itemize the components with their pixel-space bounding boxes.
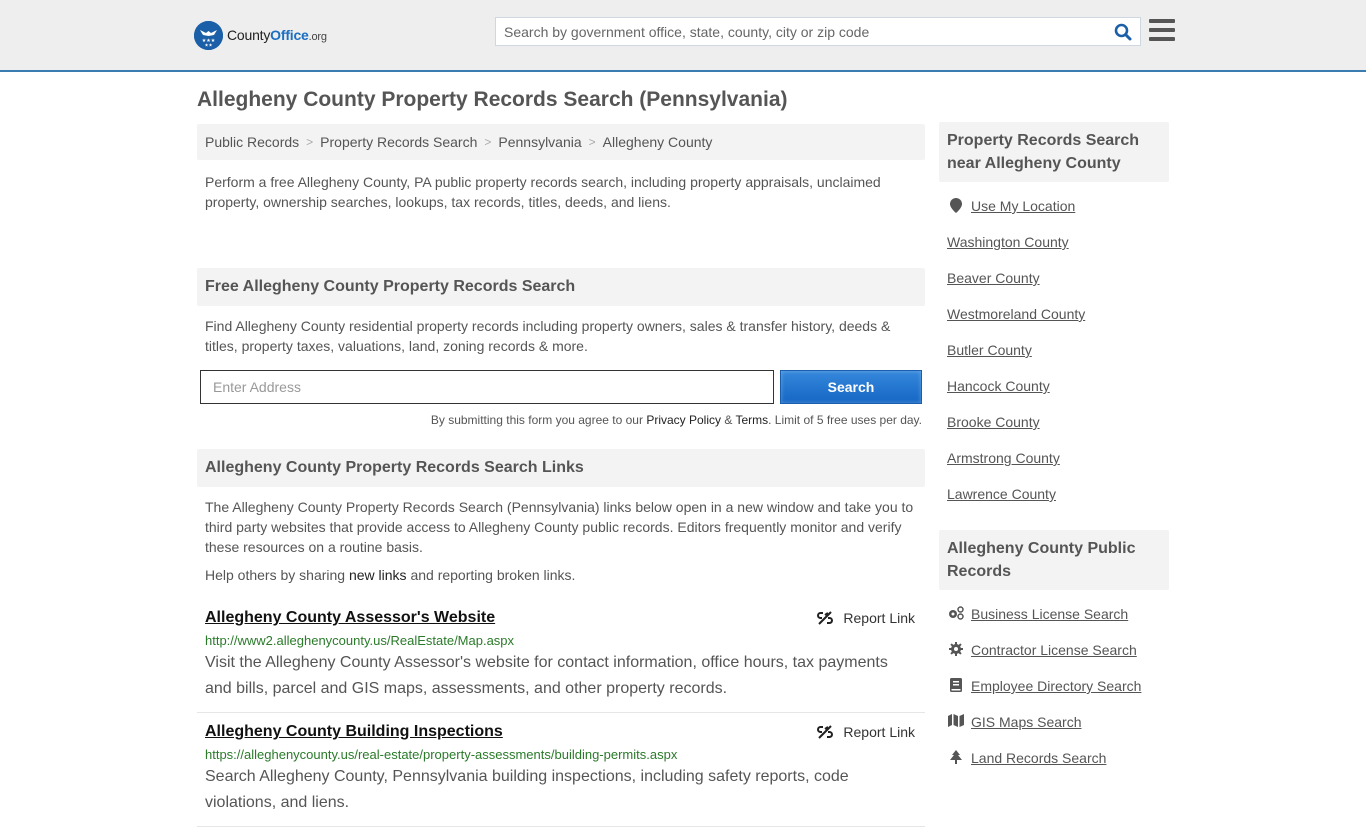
report-link-label: Report Link bbox=[843, 724, 915, 740]
search-icon bbox=[1114, 23, 1132, 40]
address-search-form: Search bbox=[200, 370, 925, 404]
map-marker-icon bbox=[947, 198, 965, 213]
nearby-county-link[interactable]: Lawrence County bbox=[947, 486, 1056, 502]
nearby-county-item: Brooke County bbox=[947, 414, 1161, 450]
public-records-list: Business License Search Contractor Licen… bbox=[939, 590, 1169, 786]
nearby-county-link[interactable]: Hancock County bbox=[947, 378, 1050, 394]
eagle-logo-icon: ★★★ ★★ bbox=[194, 20, 223, 50]
public-record-item: Land Records Search bbox=[947, 750, 1161, 786]
form-disclaimer: By submitting this form you agree to our… bbox=[197, 413, 925, 449]
links-section-description: The Allegheny County Property Records Se… bbox=[205, 499, 914, 555]
intro-text: Perform a free Allegheny County, PA publ… bbox=[205, 174, 881, 210]
public-record-link[interactable]: GIS Maps Search bbox=[971, 714, 1082, 730]
disclaimer-amp: & bbox=[721, 413, 736, 427]
site-header: ★★★ ★★ CountyOffice.org bbox=[0, 0, 1366, 72]
nearby-county-list: Use My Location Washington County Beaver… bbox=[939, 182, 1169, 522]
help-prefix: Help others by sharing bbox=[205, 567, 349, 583]
free-search-description: Find Allegheny County residential proper… bbox=[205, 318, 891, 354]
resource-link-item: Allegheny County Assessor's Website Repo… bbox=[197, 599, 925, 713]
report-link-label: Report Link bbox=[843, 610, 915, 626]
nearby-county-item: Lawrence County bbox=[947, 486, 1161, 522]
broken-link-icon bbox=[817, 725, 834, 739]
nearby-county-item: Beaver County bbox=[947, 270, 1161, 306]
site-search-input[interactable] bbox=[496, 18, 1106, 45]
nearby-county-item: Westmoreland County bbox=[947, 306, 1161, 342]
nearby-county-link[interactable]: Brooke County bbox=[947, 414, 1040, 430]
resource-link-title[interactable]: Allegheny County Assessor's Website bbox=[205, 609, 495, 626]
resource-link-description: Search Allegheny County, Pennsylvania bu… bbox=[205, 768, 849, 811]
terms-link[interactable]: Terms bbox=[735, 413, 768, 427]
breadcrumb-property-records-search[interactable]: Property Records Search bbox=[320, 134, 477, 150]
breadcrumb-separator: > bbox=[588, 135, 596, 149]
new-links-link[interactable]: new links bbox=[349, 567, 407, 583]
nearby-county-link[interactable]: Armstrong County bbox=[947, 450, 1060, 466]
nearby-county-item: Washington County bbox=[947, 234, 1161, 270]
svg-text:★★: ★★ bbox=[204, 42, 212, 48]
public-record-link[interactable]: Business License Search bbox=[971, 606, 1128, 622]
public-record-link[interactable]: Land Records Search bbox=[971, 750, 1106, 766]
nearby-county-link[interactable]: Westmoreland County bbox=[947, 306, 1085, 322]
hamburger-menu-icon-bar bbox=[1149, 19, 1175, 23]
cogs-icon bbox=[947, 606, 965, 620]
broken-link-icon bbox=[817, 611, 834, 625]
report-link-button[interactable]: Report Link bbox=[817, 724, 915, 740]
report-link-button[interactable]: Report Link bbox=[817, 610, 915, 626]
public-record-item: Contractor License Search bbox=[947, 642, 1161, 678]
sidebar: Property Records Search near Allegheny C… bbox=[939, 122, 1169, 786]
use-my-location-link[interactable]: Use My Location bbox=[971, 198, 1075, 214]
address-input[interactable] bbox=[200, 370, 774, 404]
help-suffix: and reporting broken links. bbox=[406, 567, 576, 583]
public-records-heading: Allegheny County Public Records bbox=[939, 530, 1169, 590]
resource-link-url: https://alleghenycounty.us/real-estate/p… bbox=[205, 747, 678, 762]
public-record-item: Employee Directory Search bbox=[947, 678, 1161, 714]
breadcrumb-separator: > bbox=[484, 135, 492, 149]
resource-link-item: Allegheny County Building Inspections Re… bbox=[197, 713, 925, 827]
search-button[interactable] bbox=[1106, 18, 1140, 45]
resource-link-title[interactable]: Allegheny County Building Inspections bbox=[205, 723, 503, 740]
public-record-item: Business License Search bbox=[947, 606, 1161, 642]
nearby-county-item: Armstrong County bbox=[947, 450, 1161, 486]
free-search-heading: Free Allegheny County Property Records S… bbox=[197, 268, 925, 306]
tree-icon bbox=[947, 750, 965, 764]
use-my-location-item: Use My Location bbox=[947, 198, 1161, 234]
links-section-heading: Allegheny County Property Records Search… bbox=[197, 449, 925, 487]
public-record-link[interactable]: Contractor License Search bbox=[971, 642, 1137, 658]
privacy-policy-link[interactable]: Privacy Policy bbox=[646, 413, 721, 427]
page-title: Allegheny County Property Records Search… bbox=[197, 88, 788, 111]
disclaimer-prefix: By submitting this form you agree to our bbox=[430, 413, 647, 427]
public-record-item: GIS Maps Search bbox=[947, 714, 1161, 750]
disclaimer-suffix: . Limit of 5 free uses per day. bbox=[768, 413, 922, 427]
book-icon bbox=[947, 678, 965, 692]
hamburger-menu-icon-bar bbox=[1149, 28, 1175, 32]
nearby-county-link[interactable]: Washington County bbox=[947, 234, 1069, 250]
resource-link-description: Visit the Allegheny County Assessor's we… bbox=[205, 654, 888, 697]
breadcrumb-public-records[interactable]: Public Records bbox=[205, 134, 299, 150]
breadcrumb-pennsylvania[interactable]: Pennsylvania bbox=[498, 134, 581, 150]
site-logo[interactable]: ★★★ ★★ CountyOffice.org bbox=[194, 20, 327, 50]
hamburger-menu-icon-bar bbox=[1149, 37, 1175, 41]
nearby-county-item: Butler County bbox=[947, 342, 1161, 378]
nearby-county-link[interactable]: Beaver County bbox=[947, 270, 1040, 286]
map-icon bbox=[947, 714, 965, 727]
breadcrumb-separator: > bbox=[306, 135, 314, 149]
nearby-heading: Property Records Search near Allegheny C… bbox=[939, 122, 1169, 182]
breadcrumb: Public Records > Property Records Search… bbox=[197, 124, 925, 160]
logo-text: CountyOffice.org bbox=[227, 27, 327, 43]
nearby-county-link[interactable]: Butler County bbox=[947, 342, 1032, 358]
main-content: Public Records > Property Records Search… bbox=[197, 124, 925, 827]
breadcrumb-allegheny-county[interactable]: Allegheny County bbox=[603, 134, 713, 150]
address-search-button[interactable]: Search bbox=[780, 370, 922, 404]
site-search-box bbox=[495, 17, 1141, 46]
hamburger-menu-button[interactable] bbox=[1149, 19, 1175, 43]
public-record-link[interactable]: Employee Directory Search bbox=[971, 678, 1141, 694]
nearby-county-item: Hancock County bbox=[947, 378, 1161, 414]
help-text: Help others by sharing new links and rep… bbox=[197, 557, 925, 583]
resource-link-url: http://www2.alleghenycounty.us/RealEstat… bbox=[205, 633, 515, 648]
gear-icon bbox=[947, 642, 965, 656]
